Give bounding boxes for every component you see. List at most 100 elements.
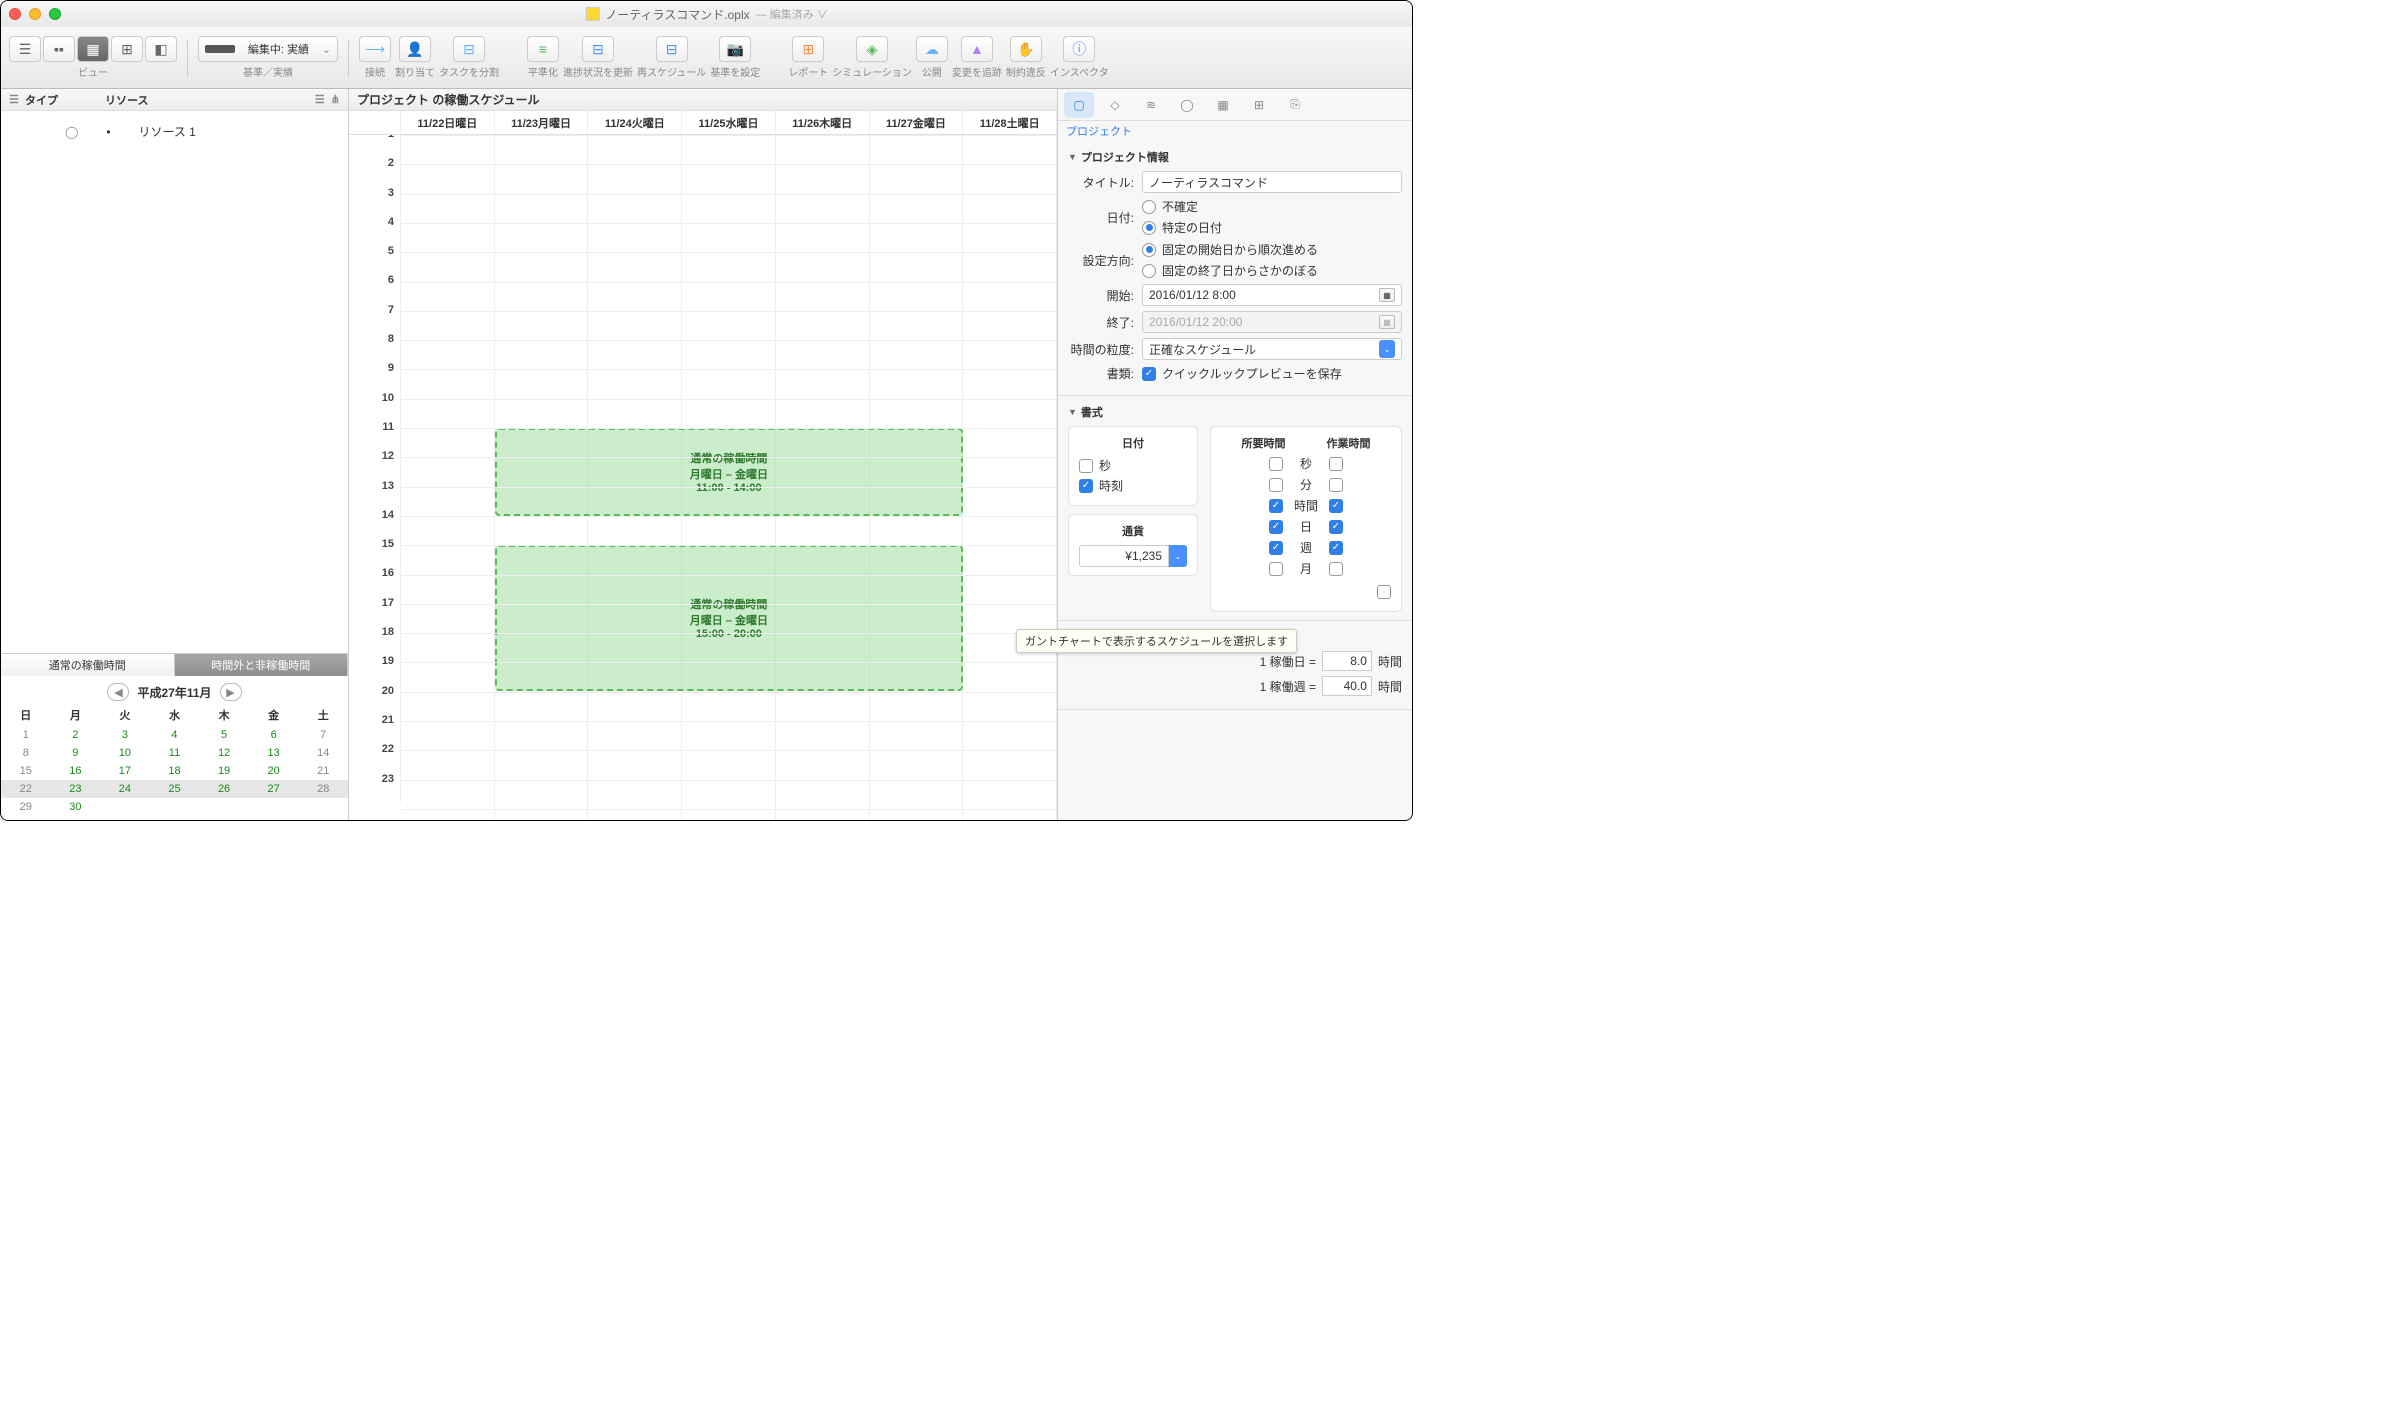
- zoom-window-button[interactable]: [49, 8, 61, 20]
- inspector-tab-project[interactable]: ▢: [1064, 92, 1094, 118]
- gantt-schedule-checkbox[interactable]: [1377, 585, 1391, 599]
- columns-icon[interactable]: ☰: [315, 93, 325, 106]
- radio-specific-date[interactable]: [1142, 221, 1156, 235]
- calendar-day[interactable]: 30: [51, 798, 101, 816]
- col-resource-header[interactable]: リソース: [105, 92, 315, 108]
- assign-button[interactable]: 👤: [399, 36, 431, 62]
- inspector-tab-custom[interactable]: ⊞: [1244, 92, 1274, 118]
- chk-time[interactable]: [1079, 479, 1093, 493]
- view-resource-button[interactable]: ▪▪: [43, 36, 75, 62]
- dur-hour[interactable]: [1269, 499, 1283, 513]
- calendar-day[interactable]: 18: [150, 762, 200, 780]
- calendar-day[interactable]: 13: [249, 744, 299, 762]
- calendar-day[interactable]: 14: [298, 744, 348, 762]
- minimize-window-button[interactable]: [29, 8, 41, 20]
- inspector-button[interactable]: ⓘ: [1063, 36, 1095, 62]
- radio-direction-forward[interactable]: [1142, 243, 1156, 257]
- inspector-tab-task[interactable]: ≋: [1136, 92, 1166, 118]
- resource-row[interactable]: ◯ • リソース 1: [9, 119, 340, 144]
- inspector-tab-attach[interactable]: ⎘: [1280, 92, 1310, 118]
- calendar-day[interactable]: [100, 798, 150, 816]
- start-date-input[interactable]: 2016/01/12 8:00▦: [1142, 284, 1402, 306]
- calendar-day[interactable]: 6: [249, 726, 299, 744]
- calendar-day[interactable]: 23: [51, 780, 101, 798]
- work-block-1[interactable]: 通常の稼働時間 月曜日 – 金曜日 11:00 - 14:00: [495, 428, 963, 516]
- calendar-day[interactable]: [249, 798, 299, 816]
- calendar-day[interactable]: 21: [298, 762, 348, 780]
- inspector-tab-styles[interactable]: ▦: [1208, 92, 1238, 118]
- connect-button[interactable]: ⟶: [359, 36, 391, 62]
- radio-undetermined[interactable]: [1142, 200, 1156, 214]
- calendar-day[interactable]: 2: [51, 726, 101, 744]
- work-hour[interactable]: [1329, 499, 1343, 513]
- dur-week[interactable]: [1269, 541, 1283, 555]
- section-project-info[interactable]: プロジェクト情報: [1068, 149, 1402, 165]
- calendar-day[interactable]: 1: [1, 726, 51, 744]
- calendar-day[interactable]: 20: [249, 762, 299, 780]
- work-min[interactable]: [1329, 478, 1343, 492]
- calendar-day[interactable]: 24: [100, 780, 150, 798]
- calendar-day[interactable]: [298, 798, 348, 816]
- level-button[interactable]: ≡: [527, 36, 559, 62]
- quicklook-checkbox[interactable]: [1142, 367, 1156, 381]
- calendar-day[interactable]: 7: [298, 726, 348, 744]
- work-day[interactable]: [1329, 520, 1343, 534]
- view-styles-button[interactable]: ◧: [145, 36, 177, 62]
- calendar-day[interactable]: 11: [150, 744, 200, 762]
- baseline-selector[interactable]: 編集中: 実績 ⌄: [198, 36, 338, 62]
- work-month[interactable]: [1329, 562, 1343, 576]
- dur-min[interactable]: [1269, 478, 1283, 492]
- calendar-day[interactable]: 4: [150, 726, 200, 744]
- dur-day[interactable]: [1269, 520, 1283, 534]
- tab-normal-hours[interactable]: 通常の稼働時間: [1, 654, 175, 676]
- calendar-day[interactable]: 12: [199, 744, 249, 762]
- view-gantt-button[interactable]: ☰: [9, 36, 41, 62]
- section-format[interactable]: 書式: [1068, 404, 1402, 420]
- day-column[interactable]: [963, 135, 1057, 820]
- calendar-day[interactable]: 25: [150, 780, 200, 798]
- calendar-day[interactable]: 29: [1, 798, 51, 816]
- work-block-2[interactable]: 通常の稼働時間 月曜日 – 金曜日 15:00 - 20:00: [495, 545, 963, 691]
- calendar-day[interactable]: 16: [51, 762, 101, 780]
- conv-week-input[interactable]: 40.0: [1322, 676, 1372, 696]
- tab-extra-hours[interactable]: 時間外と非稼働時間: [175, 654, 349, 676]
- filter-icon[interactable]: ⋔: [331, 93, 340, 106]
- calendar-day[interactable]: [199, 798, 249, 816]
- reschedule-button[interactable]: ⊟: [656, 36, 688, 62]
- view-calendar-button[interactable]: ▦: [77, 36, 109, 62]
- calendar-day[interactable]: 19: [199, 762, 249, 780]
- calendar-day[interactable]: 27: [249, 780, 299, 798]
- chk-seconds[interactable]: [1079, 459, 1093, 473]
- col-type-header[interactable]: タイプ: [25, 92, 105, 108]
- radio-direction-backward[interactable]: [1142, 264, 1156, 278]
- update-progress-button[interactable]: ⊟: [582, 36, 614, 62]
- work-sec[interactable]: [1329, 457, 1343, 471]
- calendar-day[interactable]: 8: [1, 744, 51, 762]
- work-week[interactable]: [1329, 541, 1343, 555]
- violations-button[interactable]: ✋: [1010, 36, 1042, 62]
- cal-prev-button[interactable]: ◀: [107, 683, 129, 701]
- close-window-button[interactable]: [9, 8, 21, 20]
- inspector-tab-milestone[interactable]: ◇: [1100, 92, 1130, 118]
- set-baseline-button[interactable]: 📷: [719, 36, 751, 62]
- calendar-icon[interactable]: ▦: [1379, 315, 1395, 329]
- calendar-icon[interactable]: ▦: [1379, 288, 1395, 302]
- currency-dropdown[interactable]: ⌄: [1169, 545, 1187, 567]
- view-network-button[interactable]: ⊞: [111, 36, 143, 62]
- cal-next-button[interactable]: ▶: [220, 683, 242, 701]
- currency-input[interactable]: ¥1,235: [1079, 545, 1169, 567]
- report-button[interactable]: ⊞: [792, 36, 824, 62]
- project-title-input[interactable]: ノーティラスコマンド: [1142, 171, 1402, 193]
- edited-indicator[interactable]: — 編集済み ∨: [756, 6, 828, 22]
- calendar-day[interactable]: 28: [298, 780, 348, 798]
- calendar-day[interactable]: 9: [51, 744, 101, 762]
- calendar-day[interactable]: 26: [199, 780, 249, 798]
- granularity-select[interactable]: 正確なスケジュール⌄: [1142, 338, 1402, 360]
- split-task-button[interactable]: ⊟: [453, 36, 485, 62]
- dur-month[interactable]: [1269, 562, 1283, 576]
- calendar-day[interactable]: [150, 798, 200, 816]
- end-date-input[interactable]: 2016/01/12 20:00▦: [1142, 311, 1402, 333]
- day-column[interactable]: [401, 135, 495, 820]
- conv-day-input[interactable]: 8.0: [1322, 651, 1372, 671]
- simulation-button[interactable]: ◈: [856, 36, 888, 62]
